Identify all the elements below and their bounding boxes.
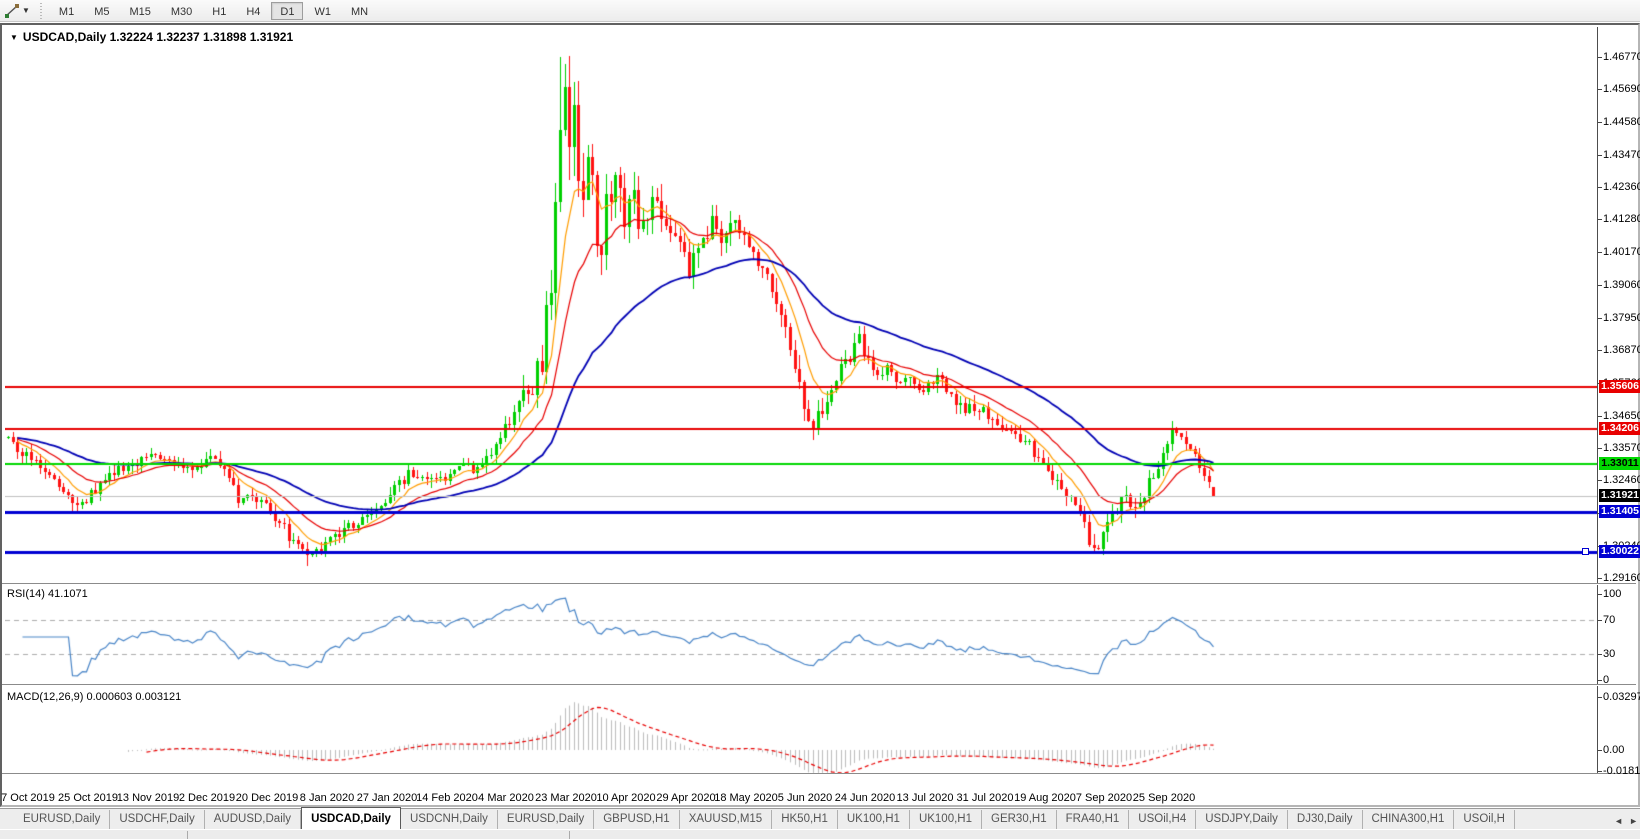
- price-axis-tick: 1.45690: [1603, 83, 1640, 95]
- price-badge: 1.35606: [1599, 380, 1640, 393]
- price-axis-border: [1597, 27, 1598, 775]
- rsi-axis-tick: 70: [1603, 614, 1640, 626]
- timeframe-button-h4[interactable]: H4: [237, 2, 269, 20]
- symbol-tab-usoil[interactable]: USOil,H4: [1129, 810, 1196, 829]
- symbol-tab-dj30[interactable]: DJ30,Daily: [1288, 810, 1363, 829]
- timeframe-button-mn[interactable]: MN: [342, 2, 377, 20]
- date-axis-label: 8 Jan 2020: [300, 792, 354, 804]
- price-badge: 1.31405: [1599, 505, 1640, 518]
- status-cell: [188, 831, 570, 839]
- date-axis-label: 29 Apr 2020: [656, 792, 715, 804]
- symbol-tab-bar: EURUSD,DailyUSDCHF,DailyAUDUSD,DailyUSDC…: [0, 808, 1640, 829]
- timeframe-button-m5[interactable]: M5: [85, 2, 118, 20]
- macd-label: MACD(12,26,9) 0.000603 0.003121: [7, 691, 181, 703]
- price-axis-tick: 1.29160: [1603, 572, 1640, 584]
- price-axis-tick: 1.46770: [1603, 51, 1640, 63]
- rsi-axis-tick: 30: [1603, 648, 1640, 660]
- symbol-tab-ger30[interactable]: GER30,H1: [982, 810, 1057, 829]
- date-axis-label: 2 Dec 2019: [179, 792, 235, 804]
- price-axis-tick: 1.34650: [1603, 410, 1640, 422]
- date-axis-label: 5 Jun 2020: [778, 792, 832, 804]
- symbol-tab-eurusd[interactable]: EURUSD,Daily: [498, 810, 594, 829]
- symbol-tab-usdcad-active[interactable]: USDCAD,Daily: [301, 807, 401, 829]
- price-axis-tick: 1.40170: [1603, 246, 1640, 258]
- price-chart-canvas[interactable]: [5, 27, 1598, 777]
- symbol-tab-usdjpy[interactable]: USDJPY,Daily: [1196, 810, 1288, 829]
- date-axis-label: 4 Mar 2020: [478, 792, 534, 804]
- timeframe-button-h1[interactable]: H1: [203, 2, 235, 20]
- macd-axis-tick: 0.032972: [1603, 691, 1640, 703]
- status-cell: [0, 831, 188, 839]
- timeframe-toolbar: ▼ M1M5M15M30H1H4D1W1MN: [0, 0, 1640, 22]
- symbol-tab-uk100[interactable]: UK100,H1: [910, 810, 982, 829]
- rsi-label: RSI(14) 41.1071: [7, 588, 88, 600]
- price-badge: 1.34206: [1599, 422, 1640, 435]
- status-bar: [0, 829, 1640, 839]
- timeframe-button-m15[interactable]: M15: [120, 2, 159, 20]
- collapse-triangle-icon[interactable]: ▼: [10, 33, 18, 42]
- chevron-down-icon: ▼: [22, 6, 30, 15]
- symbol-tab-uk100[interactable]: UK100,H1: [838, 810, 910, 829]
- symbol-ohlc-label: USDCAD,Daily 1.32224 1.32237 1.31898 1.3…: [23, 30, 293, 44]
- price-axis-tick: 1.37950: [1603, 312, 1640, 324]
- date-axis-label: 7 Sep 2020: [1076, 792, 1132, 804]
- hline-drag-handle[interactable]: [1582, 548, 1589, 555]
- date-axis-label: 25 Sep 2020: [1133, 792, 1195, 804]
- date-axis-label: 31 Jul 2020: [957, 792, 1014, 804]
- symbol-tab-usdcnh[interactable]: USDCNH,Daily: [401, 810, 498, 829]
- macd-axis-tick: -0.018154: [1603, 765, 1640, 777]
- price-axis-tick: 1.39060: [1603, 279, 1640, 291]
- timeframe-buttons: M1M5M15M30H1H4D1W1MN: [49, 2, 378, 20]
- timeframe-button-d1[interactable]: D1: [271, 2, 303, 20]
- date-axis-label: 20 Dec 2019: [236, 792, 298, 804]
- price-axis-tick: 1.41280: [1603, 213, 1640, 225]
- rsi-axis-tick: 100: [1603, 588, 1640, 600]
- pane-divider-rsi[interactable]: [2, 583, 1636, 585]
- price-badge: 1.30022: [1599, 545, 1640, 558]
- symbol-tab-hk50[interactable]: HK50,H1: [772, 810, 838, 829]
- date-axis-label: 23 Mar 2020: [535, 792, 597, 804]
- date-axis-label: 18 May 2020: [714, 792, 778, 804]
- date-axis-label: 13 Jul 2020: [897, 792, 954, 804]
- timeframe-button-m1[interactable]: M1: [50, 2, 83, 20]
- rsi-axis-tick: 0: [1603, 674, 1640, 686]
- date-axis-label: 13 Nov 2019: [117, 792, 179, 804]
- trendline-tool-icon: [4, 3, 20, 19]
- tab-scroll-left-icon[interactable]: ◄: [1614, 816, 1623, 826]
- symbol-tab-china300[interactable]: CHINA300,H1: [1363, 810, 1455, 829]
- price-axis-tick: 1.42360: [1603, 181, 1640, 193]
- pane-divider-macd[interactable]: [2, 684, 1636, 686]
- price-axis-tick: 1.32460: [1603, 474, 1640, 486]
- date-axis-label: 25 Oct 2019: [58, 792, 118, 804]
- tab-scroll-right-icon[interactable]: ►: [1629, 816, 1638, 826]
- chart-title: ▼ USDCAD,Daily 1.32224 1.32237 1.31898 1…: [10, 30, 293, 44]
- symbol-tab-usoil[interactable]: USOil,H: [1454, 810, 1515, 829]
- symbol-tab-usdchf[interactable]: USDCHF,Daily: [110, 810, 204, 829]
- drawing-tool-button[interactable]: ▼: [0, 0, 34, 21]
- price-badge: 1.33011: [1599, 457, 1640, 470]
- timeframe-button-w1[interactable]: W1: [305, 2, 340, 20]
- symbol-tab-eurusd[interactable]: EURUSD,Daily: [14, 810, 110, 829]
- chart-window: ▼ USDCAD,Daily 1.32224 1.32237 1.31898 1…: [0, 23, 1640, 807]
- symbol-tab-gbpusd[interactable]: GBPUSD,H1: [594, 810, 679, 829]
- pane-divider-bottom: [2, 773, 1636, 775]
- price-axis-tick: 1.43470: [1603, 149, 1640, 161]
- date-axis-label: 27 Jan 2020: [357, 792, 418, 804]
- symbol-tab-fra40[interactable]: FRA40,H1: [1057, 810, 1130, 829]
- price-axis-tick: 1.36870: [1603, 344, 1640, 356]
- price-axis-tick: 1.33570: [1603, 442, 1640, 454]
- timeframe-button-m30[interactable]: M30: [162, 2, 201, 20]
- price-badge: 1.31921: [1599, 489, 1640, 502]
- price-axis-tick: 1.44580: [1603, 116, 1640, 128]
- date-axis-label: 19 Aug 2020: [1014, 792, 1076, 804]
- date-axis-label: 14 Feb 2020: [416, 792, 478, 804]
- symbol-tab-audusd[interactable]: AUDUSD,Daily: [205, 810, 301, 829]
- date-axis-label: 10 Apr 2020: [596, 792, 655, 804]
- date-axis-label: 24 Jun 2020: [835, 792, 896, 804]
- macd-axis-tick: 0.00: [1603, 744, 1640, 756]
- toolbar-grip: [38, 3, 45, 19]
- date-axis-label: 7 Oct 2019: [1, 792, 55, 804]
- mt4-window: ▼ M1M5M15M30H1H4D1W1MN ▼ USDCAD,Daily 1.…: [0, 0, 1640, 839]
- symbol-tab-xauusd[interactable]: XAUUSD,M15: [680, 810, 773, 829]
